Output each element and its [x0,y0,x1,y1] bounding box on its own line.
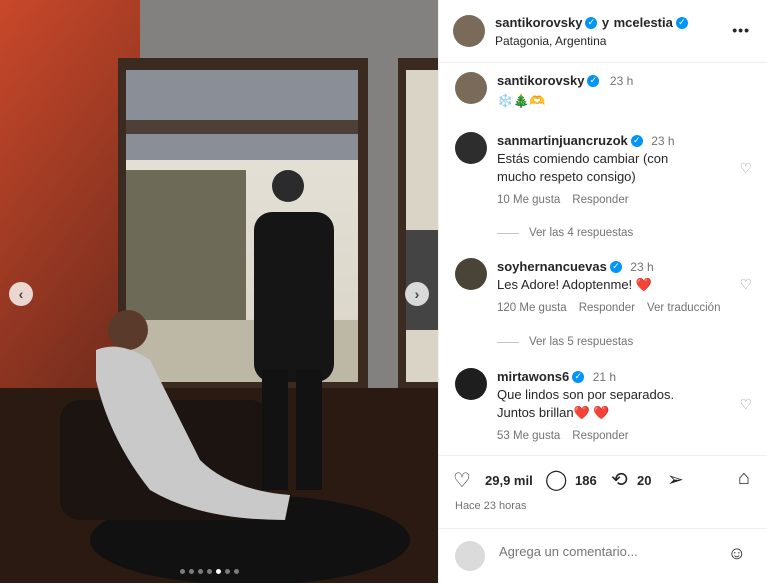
verified-icon: ✓ [675,16,688,29]
repost-count: 20 [637,473,652,488]
avatar[interactable] [455,368,487,400]
carousel-dot [207,569,212,574]
verified-icon: ✓ [587,74,600,87]
share-icon[interactable]: ➢ [667,467,684,492]
chevron-left-icon: ‹ [18,286,24,302]
caption: santikorovsky ✓ 23 h ❄️🎄🫶 [455,72,756,110]
caption-text: ❄️🎄🫶 [497,93,546,108]
comment-likes[interactable]: 53 Me gusta [497,430,560,442]
verified-icon: ✓ [609,260,622,273]
comment: mirtawons6 ✓ 21 h Que lindos son por sepa… [455,368,756,442]
more-options-button[interactable]: ••• [732,22,750,38]
verified-icon: ✓ [630,134,643,147]
header-user1[interactable]: santikorovsky [495,15,582,30]
caption-username[interactable]: santikorovsky [497,73,584,88]
photo-scene [0,0,438,583]
header-joiner: y [601,15,610,30]
translate-button[interactable]: Ver traducción [647,302,721,314]
carousel-dot [198,569,203,574]
post-timestamp: Hace 23 horas [455,500,527,512]
avatar[interactable] [453,15,485,47]
reply-button[interactable]: Responder [579,302,635,314]
comment: soyhernancuevas ✓ 23 h Les Adore! Adopten… [455,258,756,314]
comment-text: Estás comiendo cambiar (con mucho respet… [497,151,669,184]
caption-time: 23 h [609,74,634,88]
heart-icon[interactable]: ♡ [739,396,752,413]
comment-username[interactable]: mirtawons6 [497,369,569,384]
avatar[interactable] [455,132,487,164]
view-replies[interactable]: Ver las 4 respuestas [497,227,633,239]
carousel-dot [189,569,194,574]
view-replies[interactable]: Ver las 5 respuestas [497,336,633,348]
comment-time: 21 h [592,370,617,384]
post-photo[interactable]: ‹ › [0,0,438,583]
avatar[interactable] [455,258,487,290]
comment-username[interactable]: sanmartinjuancruzok [497,133,628,148]
avatar [455,541,485,571]
comment-text: Que lindos son por separados. Juntos bri… [497,387,675,420]
comment-likes[interactable]: 120 Me gusta [497,302,567,314]
post-header: santikorovsky ✓ y mcelestia ✓ Patagonia, A… [439,0,767,63]
like-count[interactable]: 29,9 mil [485,473,533,488]
repost-icon[interactable]: ⟲ [611,467,628,492]
location[interactable]: Patagonia, Argentina [495,34,688,48]
verified-icon: ✓ [585,16,598,29]
comment-time: 23 h [630,260,654,274]
chevron-right-icon: › [414,286,420,302]
bookmark-icon[interactable]: ⌂ [738,467,750,490]
add-comment-bar: ☺ [439,528,767,584]
comment-time: 23 h [651,134,675,148]
post-side-panel: santikorovsky ✓ y mcelestia ✓ Patagonia, A… [438,0,767,583]
carousel-dot [225,569,230,574]
header-user2[interactable]: mcelestia [614,15,673,30]
reply-button[interactable]: Responder [572,430,628,442]
like-icon[interactable]: ♡ [453,468,471,493]
carousel-dot [216,569,221,574]
heart-icon[interactable]: ♡ [739,160,752,177]
comment: sanmartinjuancruzok ✓ 23 h Estás comiendo… [455,132,756,206]
comment-username[interactable]: soyhernancuevas [497,259,607,274]
carousel-prev-button[interactable]: ‹ [9,282,33,306]
verified-icon: ✓ [572,370,585,383]
comment-text: Les Adore! Adoptenme! ❤️ [497,277,652,292]
comment-icon[interactable]: ◯ [545,467,567,492]
carousel-dot [180,569,185,574]
heart-icon[interactable]: ♡ [739,276,752,293]
emoji-icon[interactable]: ☺ [728,543,746,564]
carousel-next-button[interactable]: › [405,282,429,306]
avatar[interactable] [455,72,487,104]
comment-likes[interactable]: 10 Me gusta [497,194,560,206]
comment-count: 186 [575,473,597,488]
reply-button[interactable]: Responder [572,194,628,206]
carousel-indicator [180,569,239,574]
carousel-dot [234,569,239,574]
comment-input[interactable] [497,543,701,560]
